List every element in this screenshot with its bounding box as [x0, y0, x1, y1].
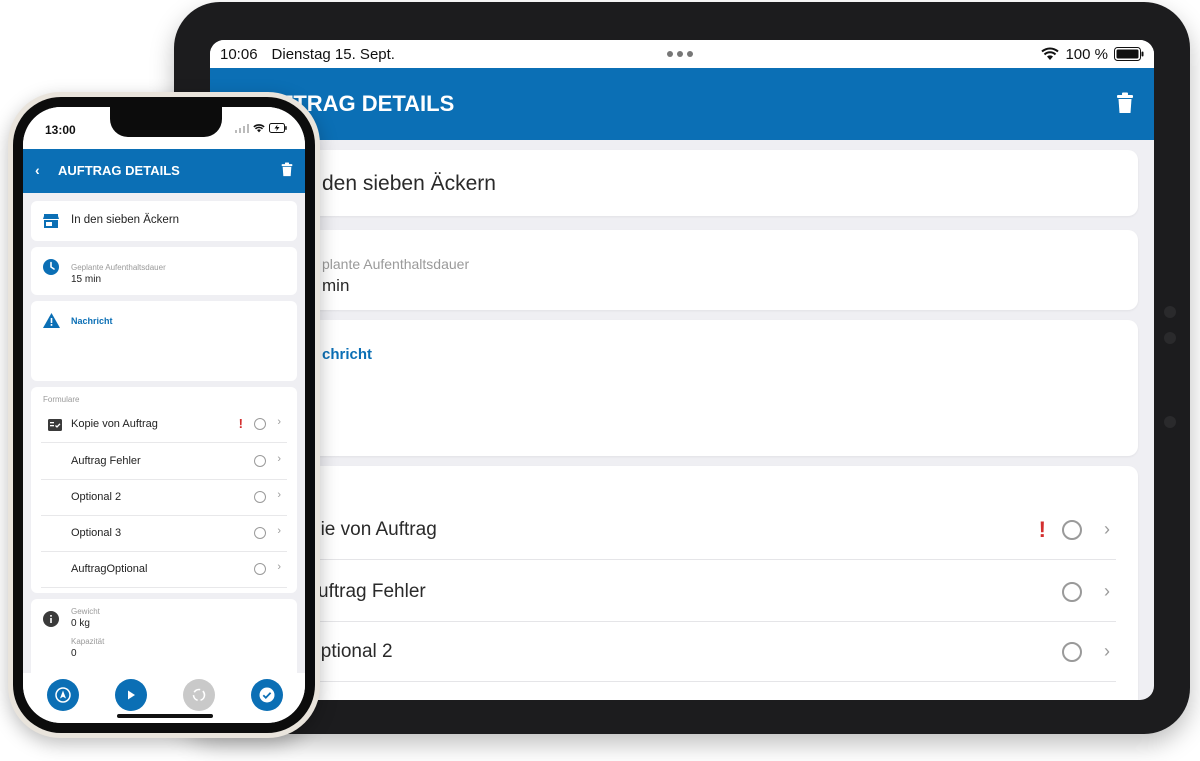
- navigate-button[interactable]: [47, 679, 79, 711]
- capacity-label: Kapazität: [71, 637, 105, 646]
- status-circle-icon[interactable]: [254, 527, 266, 539]
- home-indicator[interactable]: [117, 714, 213, 718]
- sync-icon: [192, 688, 206, 702]
- store-icon: [43, 214, 59, 228]
- weight-value: 0 kg: [71, 618, 90, 629]
- navigation-icon: [55, 687, 71, 703]
- tablet-side-button: [1164, 306, 1176, 318]
- duration-value: 15 min: [71, 274, 102, 285]
- chevron-right-icon: ›: [277, 453, 281, 465]
- complete-button[interactable]: [251, 679, 283, 711]
- info-card: Gewicht 0 kg Kapazität 0: [31, 599, 297, 679]
- form-row[interactable]: pie von Auftrag ! ›: [232, 500, 1116, 560]
- duration-value: min: [322, 276, 350, 295]
- chevron-right-icon: ›: [277, 525, 281, 537]
- chevron-right-icon: ›: [1104, 581, 1110, 601]
- phone-device: 13:00 ‹ AUFTRAG DETAILS In den sieben Äc…: [8, 92, 320, 738]
- message-label: Nachricht: [71, 316, 113, 326]
- message-card[interactable]: chricht: [232, 320, 1138, 456]
- phone-screen: 13:00 ‹ AUFTRAG DETAILS In den sieben Äc…: [23, 107, 305, 723]
- warning-icon: !: [238, 416, 243, 431]
- warning-icon: !: [1038, 516, 1046, 542]
- duration-label: plante Aufenthaltsdauer: [322, 256, 470, 272]
- chevron-right-icon: ›: [277, 489, 281, 501]
- form-row[interactable]: Kopie von Auftrag ! ›: [41, 407, 287, 443]
- tablet-side-button: [1164, 332, 1176, 344]
- trash-icon[interactable]: [1116, 92, 1134, 114]
- form-label: AuftragOptional: [71, 563, 148, 575]
- status-time: 10:06: [220, 45, 258, 63]
- form-label: Optional 3: [71, 527, 122, 539]
- wifi-icon: [253, 123, 265, 132]
- form-row[interactable]: Auftrag Fehler ›: [41, 444, 287, 480]
- duration-card: plante Aufenthaltsdauer min: [232, 230, 1138, 310]
- status-date: Dienstag 15. Sept.: [271, 45, 395, 63]
- duration-label: Geplante Aufenthaltsdauer: [71, 263, 166, 272]
- warning-triangle-icon: [43, 313, 60, 328]
- form-label: pie von Auftrag: [310, 518, 437, 540]
- forms-header: Formulare: [43, 395, 80, 404]
- phone-bezel: 13:00 ‹ AUFTRAG DETAILS In den sieben Äc…: [13, 97, 315, 733]
- location-name: den sieben Äckern: [322, 172, 496, 195]
- tablet-side-button: [1164, 416, 1176, 428]
- location-name: In den sieben Äckern: [71, 214, 180, 226]
- status-circle-icon[interactable]: [254, 491, 266, 503]
- capacity-value: 0: [71, 648, 77, 659]
- tablet-status-bar: 10:06 Dienstag 15. Sept. 100 %: [210, 40, 1154, 68]
- form-row[interactable]: AuftragOptional ›: [41, 552, 287, 588]
- form-row[interactable]: Optional 2 ›: [232, 622, 1116, 682]
- form-label: Auftrag Fehler: [71, 455, 141, 467]
- check-circle-icon: [259, 687, 275, 703]
- tablet-device: 10:06 Dienstag 15. Sept. 100 % UFTRAG DE…: [174, 2, 1190, 734]
- signal-icon: [235, 123, 249, 133]
- multitasking-dots-icon[interactable]: [667, 51, 693, 57]
- form-label: Optional 2: [71, 491, 122, 503]
- clock-icon: [43, 259, 59, 275]
- status-circle-icon[interactable]: [1062, 641, 1082, 662]
- phone-app-bar: ‹ AUFTRAG DETAILS: [23, 149, 305, 193]
- play-icon: [128, 690, 135, 700]
- tablet-screen: 10:06 Dienstag 15. Sept. 100 % UFTRAG DE…: [210, 40, 1154, 700]
- chevron-right-icon: ›: [277, 416, 281, 428]
- status-circle-icon[interactable]: [254, 563, 266, 575]
- battery-charging-icon: [269, 123, 287, 133]
- device-mockup-stage: 10:06 Dienstag 15. Sept. 100 % UFTRAG DE…: [0, 0, 1200, 761]
- status-circle-icon[interactable]: [254, 455, 266, 467]
- message-label: chricht: [322, 346, 373, 363]
- tablet-app-bar: UFTRAG DETAILS: [210, 68, 1154, 140]
- forms-card: pie von Auftrag ! › uftrag Fehler › Opti…: [232, 466, 1138, 700]
- info-icon: [43, 611, 59, 627]
- location-card[interactable]: In den sieben Äckern: [31, 201, 297, 241]
- battery-icon: [1114, 47, 1144, 61]
- back-arrow-icon[interactable]: ‹: [35, 162, 40, 178]
- message-card[interactable]: Nachricht: [31, 301, 297, 381]
- forms-card: Formulare Kopie von Auftrag ! › Auftrag …: [31, 387, 297, 593]
- chevron-right-icon: ›: [277, 561, 281, 573]
- location-card[interactable]: den sieben Äckern: [232, 150, 1138, 216]
- status-circle-icon[interactable]: [1062, 581, 1082, 602]
- battery-percent: 100 %: [1065, 45, 1108, 63]
- weight-label: Gewicht: [71, 607, 100, 616]
- duration-card: Geplante Aufenthaltsdauer 15 min: [31, 247, 297, 295]
- page-title: AUFTRAG DETAILS: [58, 163, 180, 178]
- wifi-icon: [1041, 47, 1060, 60]
- sync-button[interactable]: [183, 679, 215, 711]
- start-button[interactable]: [115, 679, 147, 711]
- status-time: 13:00: [45, 123, 76, 137]
- form-label: Kopie von Auftrag: [71, 418, 158, 430]
- chevron-right-icon: ›: [1104, 519, 1110, 539]
- status-circle-icon[interactable]: [1062, 519, 1082, 540]
- form-row[interactable]: Optional 2 ›: [41, 480, 287, 516]
- status-circle-icon[interactable]: [254, 418, 266, 430]
- trash-icon[interactable]: [281, 162, 293, 177]
- chevron-right-icon: ›: [1104, 641, 1110, 661]
- form-row[interactable]: uftrag Fehler ›: [232, 562, 1116, 622]
- form-row[interactable]: Optional 3 ›: [41, 516, 287, 552]
- phone-notch: [110, 107, 222, 137]
- form-label: uftrag Fehler: [318, 580, 426, 602]
